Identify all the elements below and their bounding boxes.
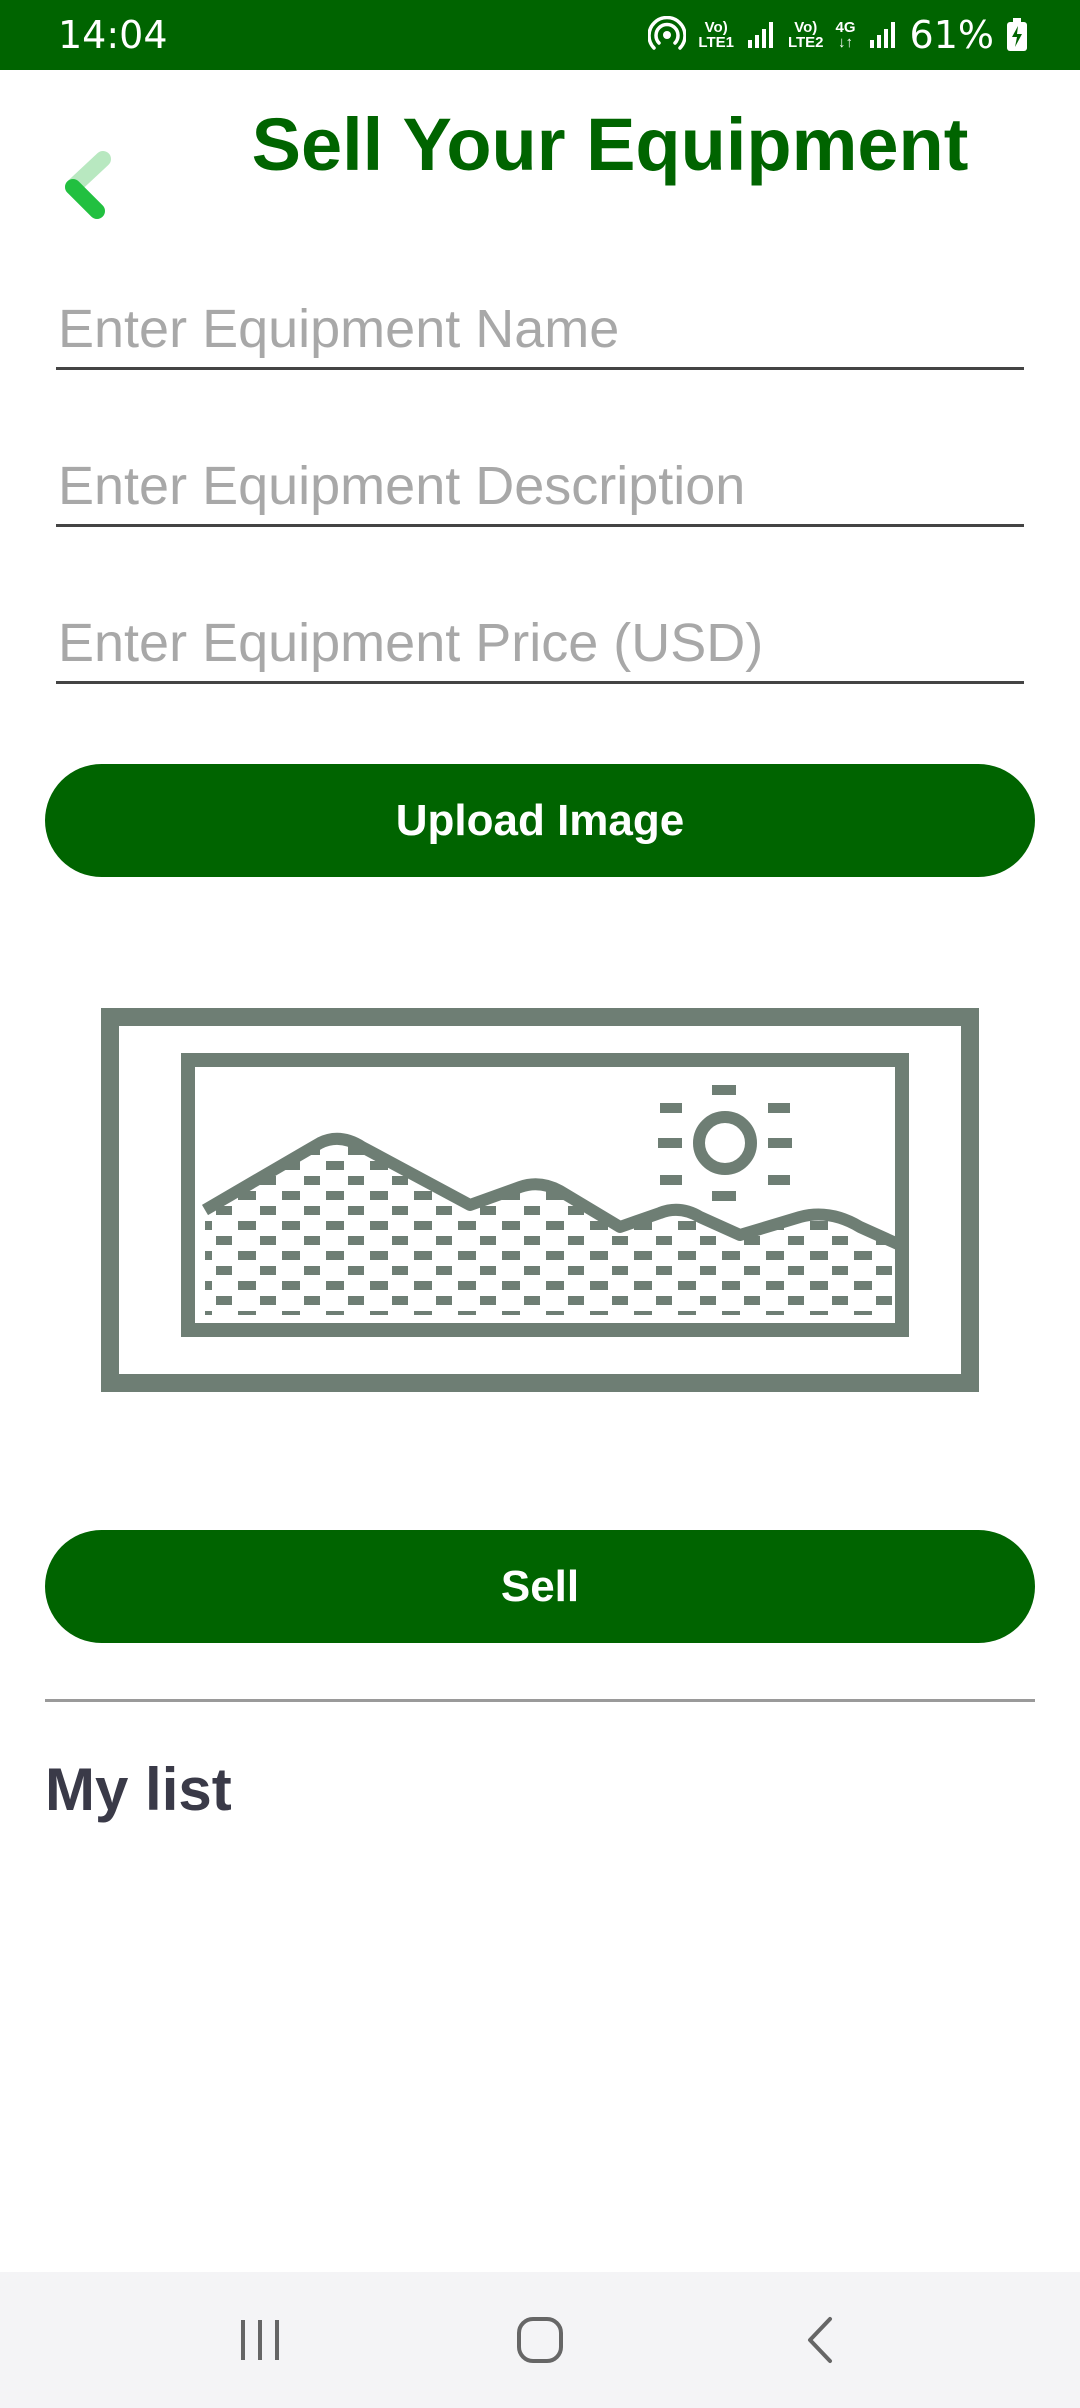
status-icons: Vo) LTE1 Vo) LTE2 4G ↓↑ 61%: [648, 13, 1028, 57]
home-icon: [517, 2317, 563, 2363]
image-preview[interactable]: [100, 1005, 980, 1395]
status-time: 14:04: [58, 13, 168, 57]
equipment-description-input[interactable]: [56, 447, 1024, 524]
equipment-name-input[interactable]: [56, 290, 1024, 367]
divider: [45, 1699, 1035, 1702]
back-button[interactable]: [52, 140, 122, 230]
equipment-price-field: [56, 604, 1024, 684]
chevron-left-icon: [65, 151, 111, 219]
sim1-label: Vo) LTE1: [698, 19, 734, 51]
signal-bars-icon: [868, 20, 898, 50]
system-back-button[interactable]: [760, 2290, 880, 2390]
navigation-bar: [0, 2272, 1080, 2408]
battery-percent: 61%: [909, 13, 994, 57]
image-placeholder-icon: [101, 1008, 979, 1392]
page-title: Sell Your Equipment: [251, 103, 969, 186]
back-icon: [808, 2317, 832, 2363]
upload-image-button[interactable]: Upload Image: [45, 764, 1035, 877]
sim2-label: Vo) LTE2: [787, 19, 824, 51]
hotspot-icon: [648, 16, 687, 54]
my-list-title: My list: [45, 1756, 232, 1823]
network-type-label: 4G ↓↑: [835, 19, 856, 51]
signal-bars-icon: [746, 20, 776, 50]
home-button[interactable]: [480, 2290, 600, 2390]
equipment-name-field: [56, 290, 1024, 370]
status-bar: 14:04 Vo) LTE1 Vo) LTE2 4G ↓↑ 61%: [0, 0, 1080, 70]
equipment-price-input[interactable]: [56, 604, 1024, 681]
battery-charging-icon: [1006, 18, 1028, 52]
equipment-description-field: [56, 447, 1024, 527]
recent-apps-icon: [241, 2320, 279, 2360]
sell-button[interactable]: Sell: [45, 1530, 1035, 1643]
recent-apps-button[interactable]: [200, 2290, 320, 2390]
